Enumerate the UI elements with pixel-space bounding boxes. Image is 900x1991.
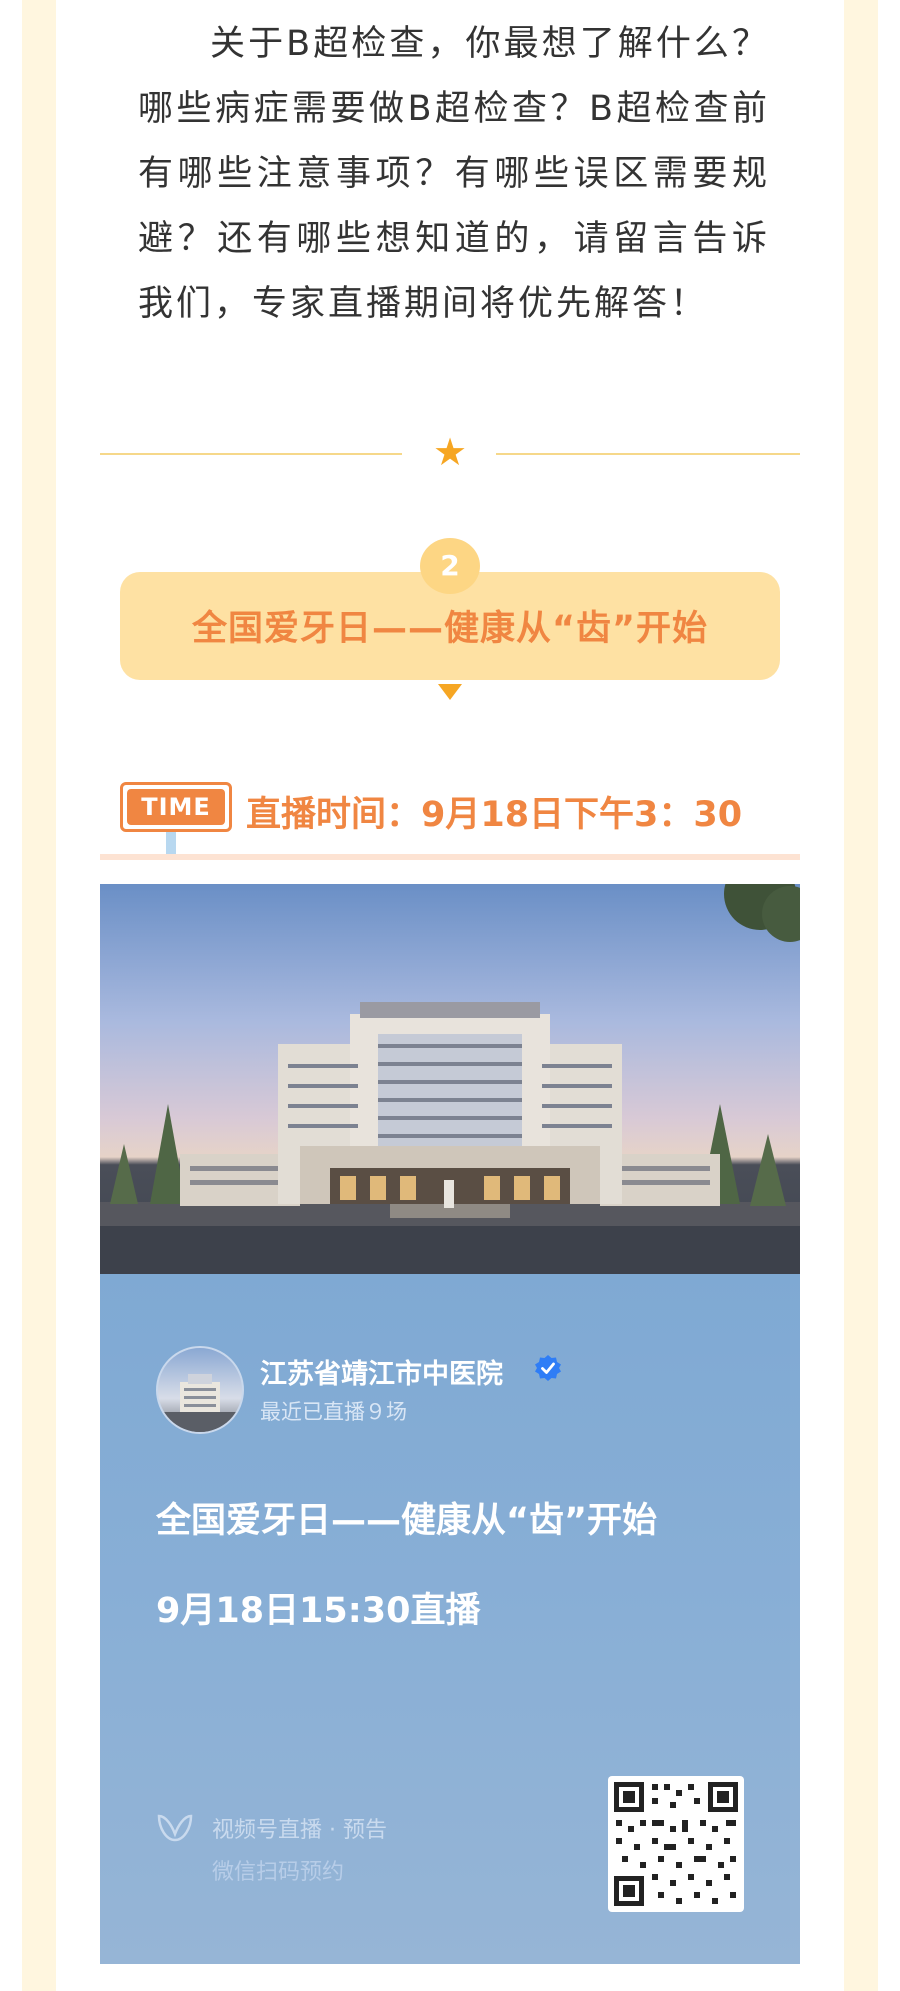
hospital-building-illustration [100,884,800,1274]
qr-code-pattern [614,1782,738,1906]
page-border-right [844,0,878,1991]
time-badge-peg [166,832,176,856]
time-underline [100,854,800,860]
channels-label: 视频号直播 · 预告 [212,1818,387,1843]
live-info-panel: 江苏省靖江市中医院 最近已直播９场 全国爱牙日——健康从“齿”开始 9月18日1… [100,1274,800,1964]
section-title: 全国爱牙日——健康从“齿”开始 [191,609,708,649]
banner-pointer-icon [438,684,462,700]
verified-badge-icon [535,1355,561,1381]
divider-line-right [496,453,800,455]
live-schedule: 9月18日15:30直播 [156,1591,481,1631]
live-count-text: 最近已直播９场 [260,1400,407,1424]
channels-butterfly-icon [157,1814,193,1842]
time-badge-label: TIME [127,789,225,825]
divider-line-left [100,453,402,455]
page-margin-left [0,0,22,1991]
section-number-badge: 2 [420,538,480,594]
time-badge: TIME [120,782,232,832]
hospital-photo [100,884,800,1274]
live-title: 全国爱牙日——健康从“齿”开始 [156,1501,658,1541]
intro-paragraph: 关于B超检查，你最想了解什么？哪些病症需要做B超检查？B超检查前有哪些注意事项？… [138,24,770,324]
qr-code-icon[interactable] [608,1776,744,1912]
channels-hint: 微信扫码预约 [212,1860,345,1885]
avatar-building-icon [158,1374,242,1432]
live-poster[interactable]: 江苏省靖江市中医院 最近已直播９场 全国爱牙日——健康从“齿”开始 9月18日1… [100,884,800,1964]
star-icon: ★ [432,430,468,474]
account-avatar[interactable] [156,1346,244,1434]
page-margin-right [878,0,900,1991]
account-name[interactable]: 江苏省靖江市中医院 [260,1352,503,1391]
live-time-text: 直播时间：9月18日下午3：30 [246,795,743,835]
page-border-left [22,0,56,1991]
